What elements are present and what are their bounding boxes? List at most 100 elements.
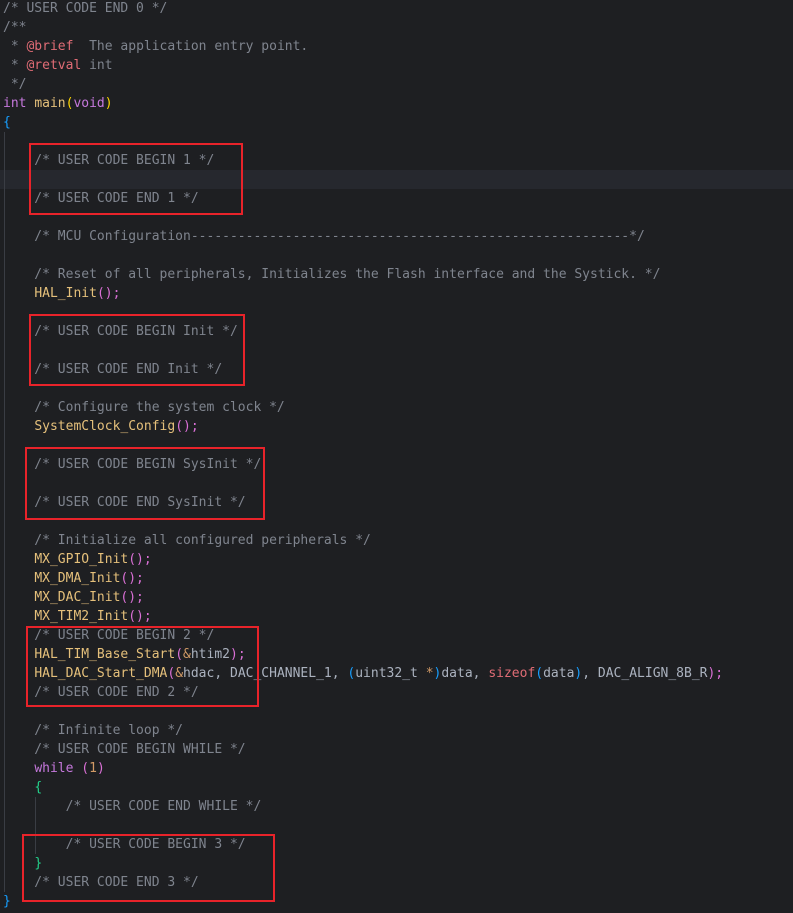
indent-guide	[4, 303, 5, 322]
code-line[interactable]: /* USER CODE END WHILE */	[0, 797, 793, 816]
code-line[interactable]: /* USER CODE END Init */	[0, 360, 793, 379]
code-token: , DAC_ALIGN_8B_R	[582, 666, 708, 681]
code-editor[interactable]: /* USER CODE END 0 */ /** * @brief The ap…	[0, 0, 793, 913]
code-line[interactable]: }	[0, 854, 793, 873]
code-token: htim2	[190, 647, 230, 662]
code-line[interactable]	[0, 512, 793, 531]
code-line[interactable]	[0, 208, 793, 227]
code-line[interactable]: }	[0, 892, 793, 911]
code-line[interactable]	[0, 702, 793, 721]
code-line[interactable]: /* Initialize all configured peripherals…	[0, 531, 793, 550]
code-token: HAL_TIM_Base_Start	[34, 647, 176, 662]
code-token: {	[3, 115, 11, 130]
code-text: }	[3, 892, 11, 911]
code-token: /* MCU Configuration--------------------…	[3, 229, 645, 244]
code-line[interactable]	[0, 379, 793, 398]
code-line[interactable]: * @retval int	[0, 56, 793, 75]
code-text: /* USER CODE END WHILE */	[3, 797, 262, 816]
code-line[interactable]: /* Configure the system clock */	[0, 398, 793, 417]
code-line[interactable]: {	[0, 778, 793, 797]
code-line[interactable]: /* MCU Configuration--------------------…	[0, 227, 793, 246]
code-token: ();	[120, 590, 144, 605]
code-line[interactable]: HAL_Init();	[0, 284, 793, 303]
code-line[interactable]: /* USER CODE BEGIN 1 */	[0, 151, 793, 170]
code-line[interactable]	[0, 132, 793, 151]
code-line[interactable]: /* USER CODE BEGIN WHILE */	[0, 740, 793, 759]
code-text: HAL_TIM_Base_Start(&htim2);	[3, 645, 245, 664]
code-line[interactable]: /* USER CODE BEGIN Init */	[0, 322, 793, 341]
code-line[interactable]	[0, 303, 793, 322]
code-line[interactable]: /* USER CODE BEGIN SysInit */	[0, 455, 793, 474]
code-line[interactable]: MX_TIM2_Init();	[0, 607, 793, 626]
code-text: MX_DMA_Init();	[3, 569, 144, 588]
code-text: /* USER CODE BEGIN 3 */	[3, 835, 246, 854]
code-token: MX_DMA_Init	[34, 571, 121, 586]
code-token: /* USER CODE BEGIN Init */	[3, 324, 238, 339]
code-line[interactable]: HAL_TIM_Base_Start(&htim2);	[0, 645, 793, 664]
code-line[interactable]: HAL_DAC_Start_DMA(&hdac, DAC_CHANNEL_1, …	[0, 664, 793, 683]
code-line[interactable]: /* USER CODE BEGIN 2 */	[0, 626, 793, 645]
code-line[interactable]: /* USER CODE END SysInit */	[0, 493, 793, 512]
code-token: @brief	[26, 39, 74, 54]
code-text: /* Reset of all peripherals, Initializes…	[3, 265, 660, 284]
code-line[interactable]: /* USER CODE BEGIN 3 */	[0, 835, 793, 854]
code-line[interactable]: /* USER CODE END 1 */	[0, 189, 793, 208]
indent-guide	[4, 474, 5, 493]
code-token: /* Infinite loop */	[3, 723, 184, 738]
code-token: );	[707, 666, 724, 681]
code-token: void	[73, 96, 105, 111]
code-token: MX_DAC_Init	[34, 590, 121, 605]
code-line[interactable]	[0, 170, 793, 189]
code-text: /* USER CODE BEGIN WHILE */	[3, 740, 245, 759]
code-line[interactable]: * @brief The application entry point.	[0, 37, 793, 56]
code-token: /* Initialize all configured peripherals…	[3, 533, 371, 548]
code-line[interactable]: MX_GPIO_Init();	[0, 550, 793, 569]
code-line[interactable]: {	[0, 113, 793, 132]
code-line[interactable]: MX_DMA_Init();	[0, 569, 793, 588]
code-line[interactable]	[0, 341, 793, 360]
code-line[interactable]: /* Reset of all peripherals, Initializes…	[0, 265, 793, 284]
code-token: 1	[89, 761, 97, 776]
code-line[interactable]: */	[0, 75, 793, 94]
code-token: MX_TIM2_Init	[34, 609, 129, 624]
indent-guide	[4, 816, 5, 835]
code-line[interactable]: SystemClock_Config();	[0, 417, 793, 436]
code-text: */	[3, 75, 27, 94]
code-token: )	[104, 96, 113, 111]
code-token: *	[425, 666, 434, 681]
code-line[interactable]	[0, 474, 793, 493]
code-text: /* USER CODE END 2 */	[3, 683, 198, 702]
indent-guide	[4, 132, 5, 151]
code-line[interactable]: MX_DAC_Init();	[0, 588, 793, 607]
indent-guide	[4, 246, 5, 265]
code-token: /* USER CODE END Init */	[3, 362, 223, 377]
code-line[interactable]	[0, 246, 793, 265]
code-line[interactable]: /**	[0, 18, 793, 37]
indent-guide	[4, 208, 5, 227]
code-token: /* USER CODE BEGIN SysInit */	[3, 457, 262, 472]
code-line[interactable]: /* USER CODE END 3 */	[0, 873, 793, 892]
code-line[interactable]: while (1)	[0, 759, 793, 778]
code-text: {	[3, 113, 11, 132]
code-line[interactable]: /* USER CODE END 0 */	[0, 0, 793, 18]
code-token: sizeof	[488, 666, 536, 681]
code-line[interactable]	[0, 816, 793, 835]
code-token: (	[535, 666, 544, 681]
code-line[interactable]: /* Infinite loop */	[0, 721, 793, 740]
code-line[interactable]	[0, 436, 793, 455]
indent-guide	[4, 379, 5, 398]
code-text: * @retval int	[3, 56, 113, 75]
code-token: {	[34, 780, 43, 795]
code-line[interactable]: int main(void)	[0, 94, 793, 113]
code-token: /* USER CODE END 1 */	[3, 191, 199, 206]
code-line[interactable]: /* USER CODE END 2 */	[0, 683, 793, 702]
code-token: *	[3, 58, 27, 73]
code-text: /* USER CODE BEGIN 2 */	[3, 626, 214, 645]
code-token: hdac, DAC_CHANNEL_1,	[183, 666, 348, 681]
